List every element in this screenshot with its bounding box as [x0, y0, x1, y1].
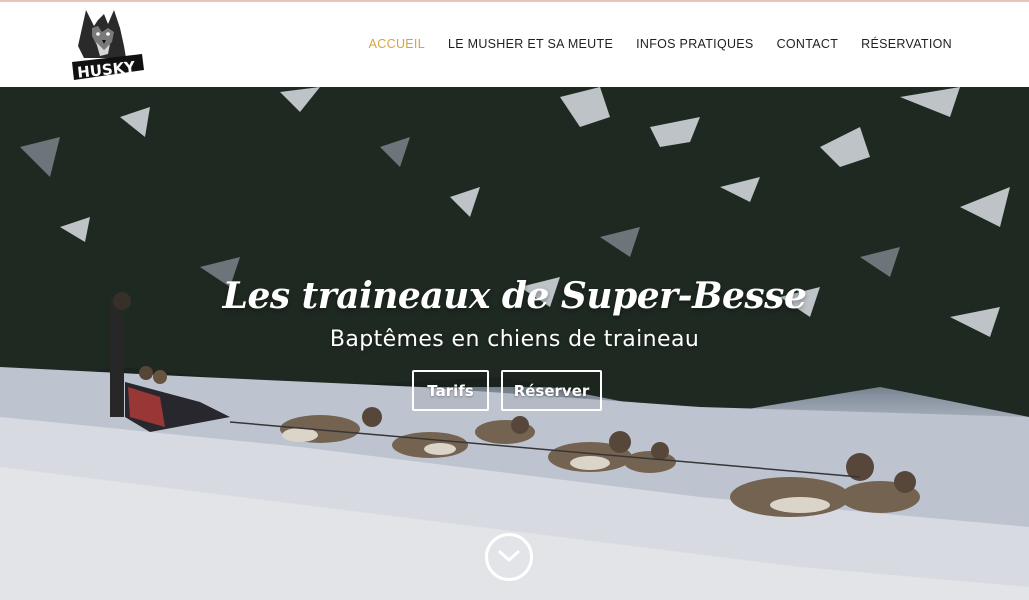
- tarifs-button[interactable]: Tarifs: [412, 370, 489, 411]
- scroll-down-button[interactable]: [485, 533, 533, 581]
- nav-reservation[interactable]: RÉSERVATION: [861, 37, 952, 51]
- hero-section: Les traineaux de Super-Besse Baptêmes en…: [0, 87, 1029, 600]
- chevron-down-icon: [498, 550, 520, 562]
- husky-logo[interactable]: HUSKY: [64, 6, 146, 84]
- main-nav: ACCUEIL LE MUSHER ET SA MEUTE INFOS PRAT…: [346, 37, 952, 51]
- nav-contact[interactable]: CONTACT: [777, 37, 839, 51]
- nav-accueil[interactable]: ACCUEIL: [369, 37, 425, 51]
- hero-subtitle: Baptêmes en chiens de traineau: [329, 327, 700, 352]
- site-header: HUSKY ACCUEIL LE MUSHER ET SA MEUTE INFO…: [0, 2, 1029, 87]
- nav-infos-pratiques[interactable]: INFOS PRATIQUES: [636, 37, 753, 51]
- nav-musher[interactable]: LE MUSHER ET SA MEUTE: [448, 37, 613, 51]
- reserver-button[interactable]: Réserver: [501, 370, 602, 411]
- hero-title: Les traineaux de Super-Besse: [222, 275, 807, 317]
